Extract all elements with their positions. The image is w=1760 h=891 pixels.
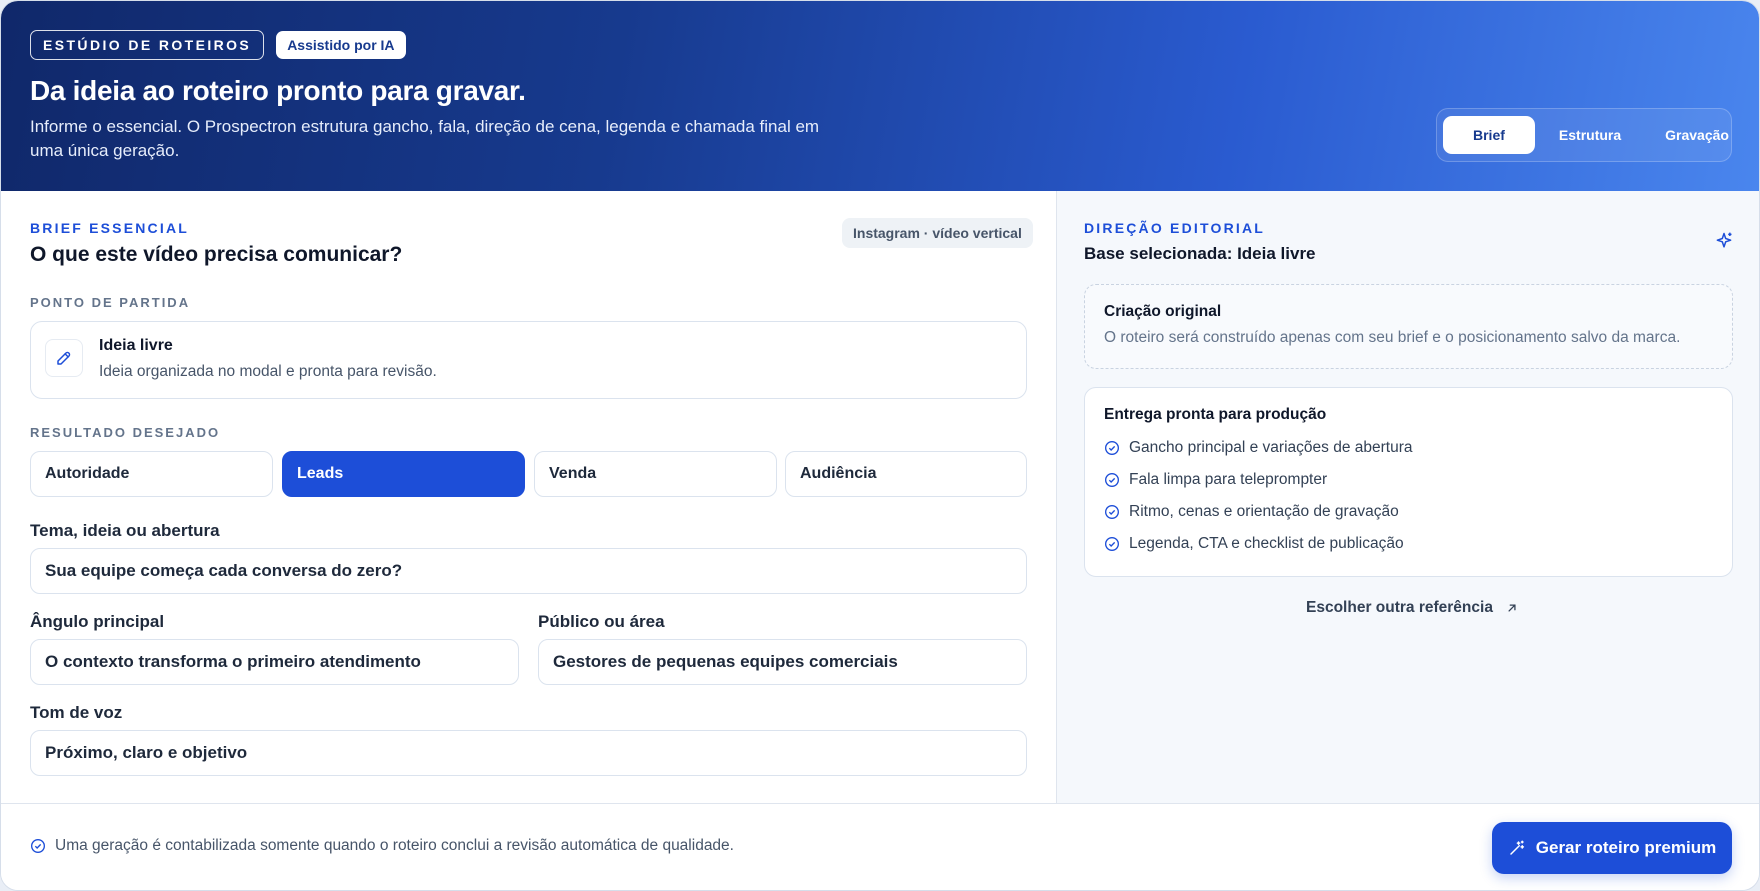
format-chip: Instagram · vídeo vertical [842,218,1033,248]
check-circle-icon [31,839,45,853]
theme-label: Tema, ideia ou abertura [30,521,220,540]
brief-panel: BRIEF ESSENCIAL O que este vídeo precisa… [1,191,1056,803]
step-tab-recording[interactable]: Gravação [1645,116,1749,154]
start-point-label: PONTO DE PARTIDA [30,295,191,310]
audience-label: Público ou área [538,612,665,631]
generate-script-label: Gerar roteiro premium [1535,838,1717,857]
arrow-up-right-icon [1508,604,1516,612]
delivery-item-label: Ritmo, cenas e orientação de gravação [1129,503,1399,520]
step-tab-brief[interactable]: Brief [1443,116,1535,154]
brief-eyebrow: BRIEF ESSENCIAL [30,220,190,236]
brief-title: O que este vídeo precisa comunicar? [30,243,403,266]
choose-reference-link[interactable]: Escolher outra referência [1306,599,1519,617]
hero-header: ESTÚDIO DE ROTEIROS Assistido por IA Da … [1,1,1759,191]
delivery-title: Entrega pronta para produção [1104,406,1327,423]
result-option-leads[interactable]: Leads [282,451,525,497]
ai-assisted-badge: Assistido por IA [276,31,406,59]
quality-note-text: Uma geração é contabilizada somente quan… [55,837,734,854]
step-switcher: Brief Estrutura Gravação [1436,108,1732,162]
tone-input[interactable]: Próximo, claro e objetivo [30,730,1027,776]
step-tab-structure[interactable]: Estrutura [1539,116,1641,154]
studio-tag: ESTÚDIO DE ROTEIROS [30,30,265,60]
start-card-desc: Ideia organizada no modal e pronta para … [99,363,437,380]
magic-wand-icon [1510,840,1524,855]
page-subtitle: Informe o essencial. O Prospectron estru… [30,117,820,160]
generate-script-button[interactable]: Gerar roteiro premium [1492,822,1732,874]
editorial-panel: DIREÇÃO EDITORIAL Base selecionada: Idei… [1057,191,1759,803]
original-title: Criação original [1104,303,1222,320]
pencil-icon [45,339,83,377]
delivery-item: Ritmo, cenas e orientação de gravação [1104,503,1399,521]
choose-reference-label: Escolher outra referência [1306,599,1493,616]
footer-bar: Uma geração é contabilizada somente quan… [1,803,1759,890]
delivery-item: Legenda, CTA e checklist de publicação [1104,535,1404,553]
check-circle-icon [1105,505,1119,519]
delivery-item: Gancho principal e variações de abertura [1104,439,1412,457]
selected-base: Base selecionada: Ideia livre [1084,244,1316,263]
editorial-eyebrow: DIREÇÃO EDITORIAL [1084,220,1266,236]
original-creation-card: Criação original O roteiro será construí… [1084,284,1733,369]
page-title: Da ideia ao roteiro pronto para gravar. [30,75,526,106]
result-option-audience[interactable]: Audiência [785,451,1027,497]
audience-input[interactable]: Gestores de pequenas equipes comerciais [538,639,1027,685]
angle-input[interactable]: O contexto transforma o primeiro atendim… [30,639,519,685]
hero-tags: ESTÚDIO DE ROTEIROS Assistido por IA [30,30,406,60]
result-option-authority[interactable]: Autoridade [30,451,273,497]
start-point-card[interactable]: Ideia livre Ideia organizada no modal e … [30,321,1027,399]
delivery-item-label: Fala limpa para teleprompter [1129,471,1328,488]
delivery-item-label: Gancho principal e variações de abertura [1129,439,1413,456]
delivery-item: Fala limpa para teleprompter [1104,471,1327,489]
delivery-card: Entrega pronta para produção Gancho prin… [1084,387,1733,577]
original-desc: O roteiro será construído apenas com seu… [1104,329,1681,346]
check-circle-icon [1105,537,1119,551]
tone-label: Tom de voz [30,703,123,722]
theme-input[interactable]: Sua equipe começa cada conversa do zero? [30,548,1027,594]
quality-note: Uma geração é contabilizada somente quan… [30,837,734,855]
script-studio-window: ESTÚDIO DE ROTEIROS Assistido por IA Da … [0,0,1760,891]
start-card-title: Ideia livre [99,337,173,354]
check-circle-icon [1105,441,1119,455]
delivery-item-label: Legenda, CTA e checklist de publicação [1129,535,1404,552]
sparkle-icon [1714,231,1734,256]
angle-label: Ângulo principal [30,612,165,631]
desired-result-label: RESULTADO DESEJADO [30,425,221,440]
check-circle-icon [1105,473,1119,487]
result-option-sale[interactable]: Venda [534,451,777,497]
